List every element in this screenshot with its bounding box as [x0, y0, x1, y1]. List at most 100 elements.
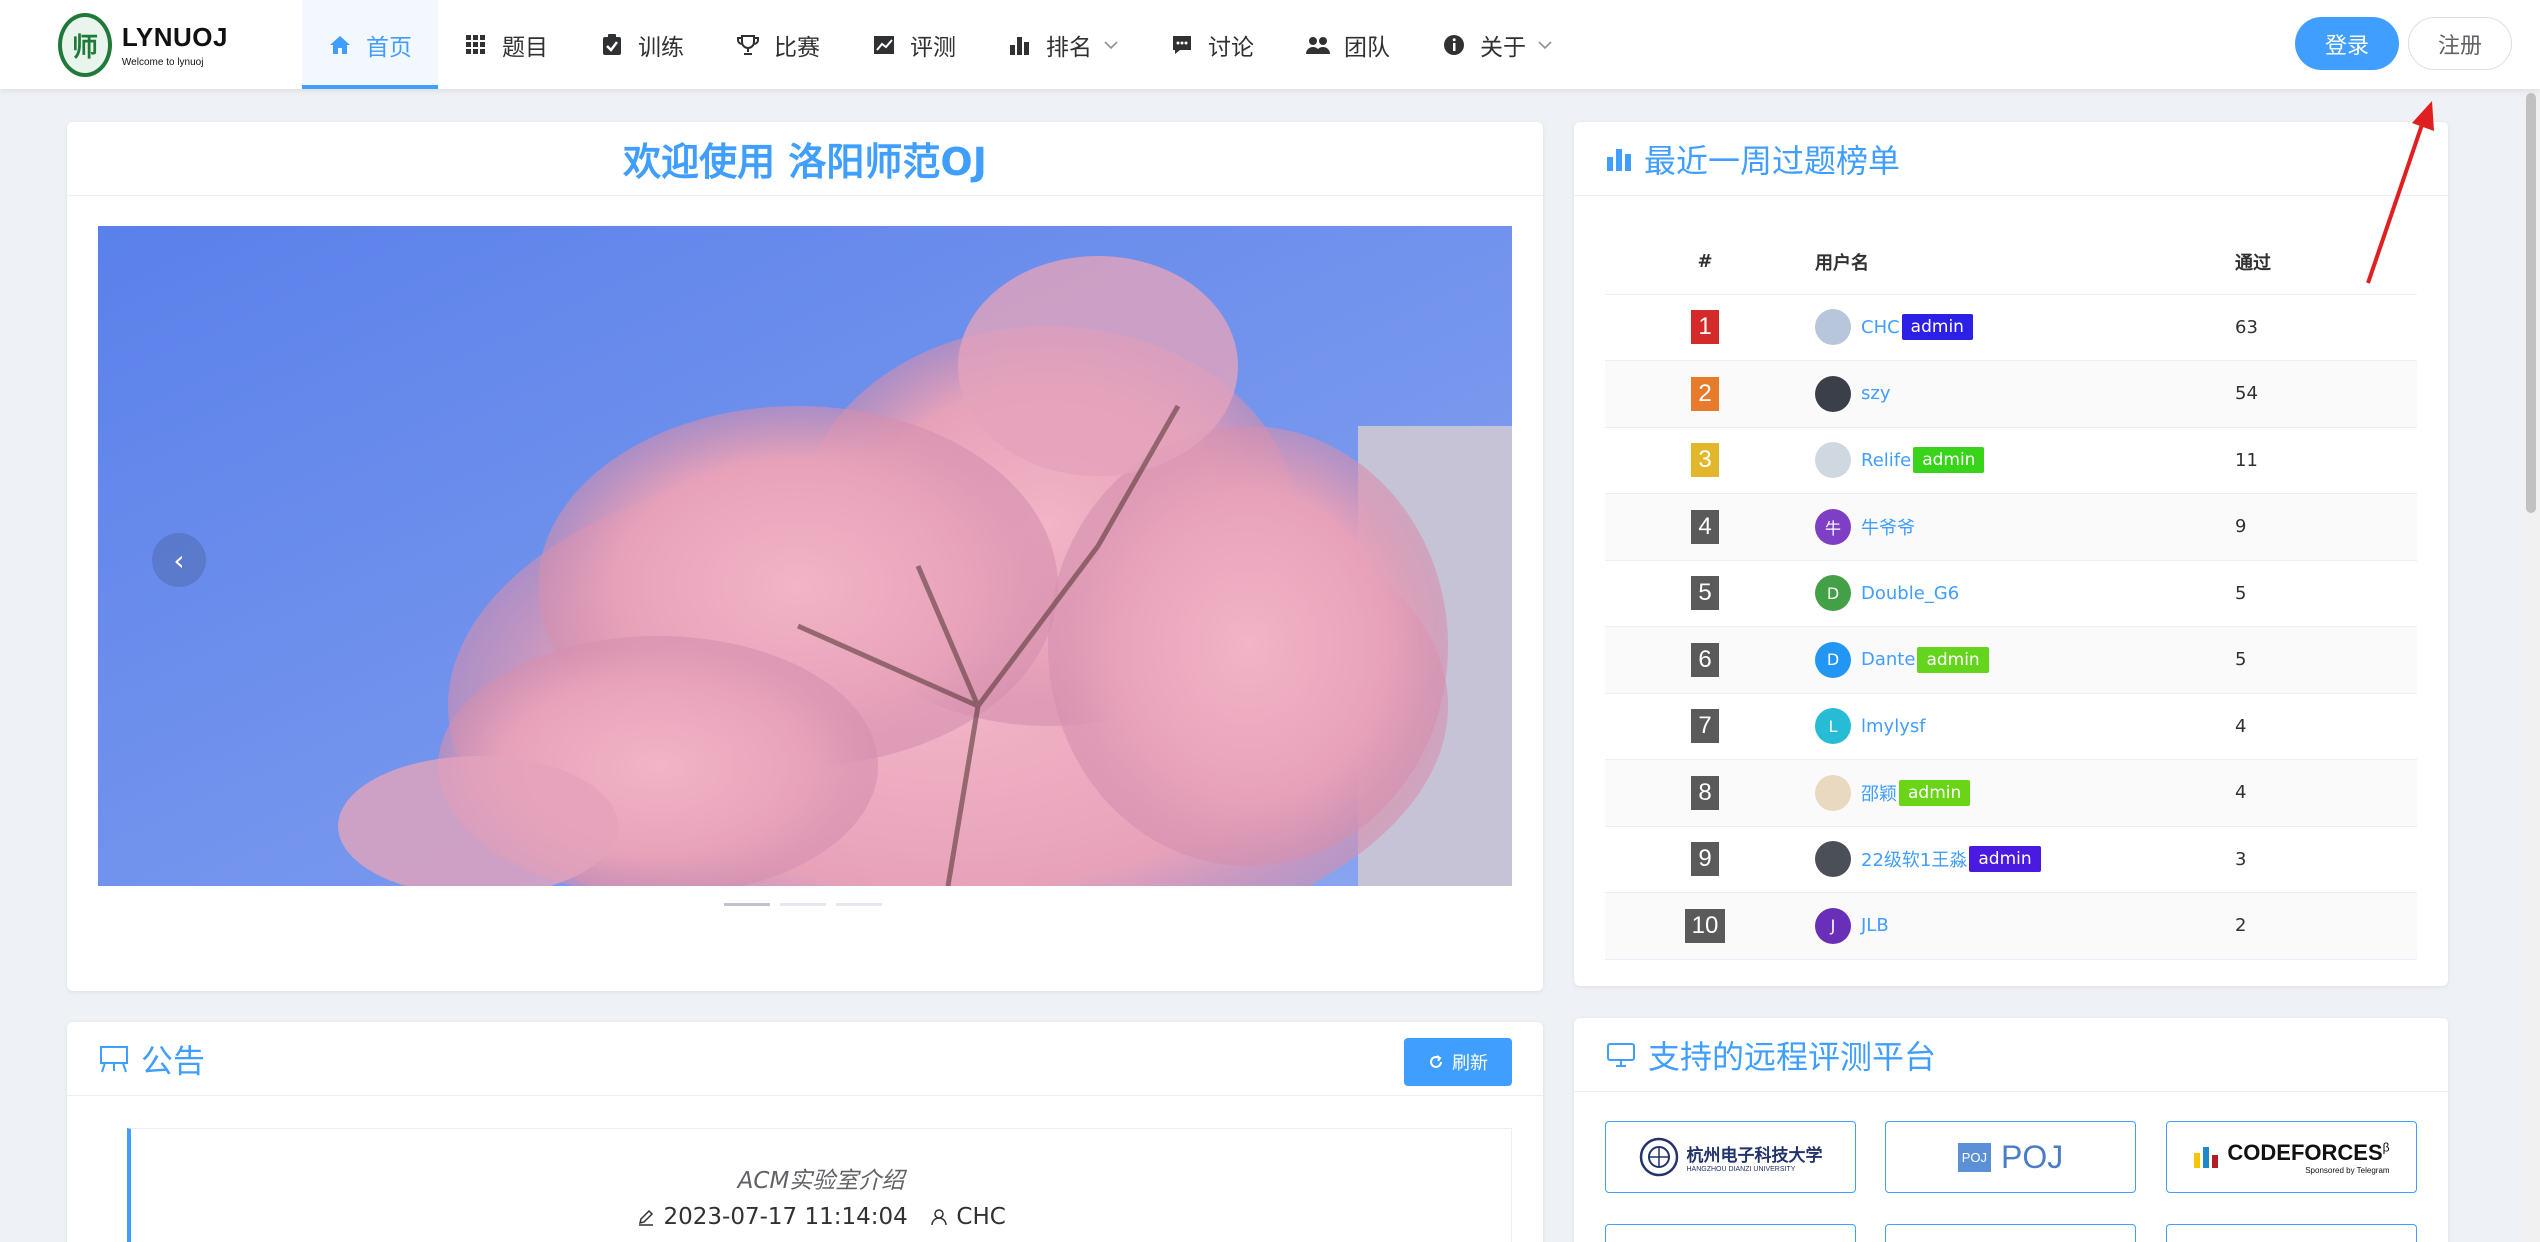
rank-table: # 用户名 通过 1 CHC admin 63 2 szy 54 3 Relife admin 11… [1605, 230, 2417, 960]
username-link[interactable]: CHC [1861, 317, 1900, 338]
rank-cell: 2 [1605, 360, 1805, 428]
accepted-count: 54 [2225, 360, 2417, 428]
announcement-item-title[interactable]: ACM实验室介绍 [131, 1161, 1511, 1195]
hdu-subname: HANGZHOU DIANZI UNIVERSITY [1686, 1166, 1796, 1173]
carousel-prev-button[interactable]: ‹ [152, 533, 206, 587]
refresh-button[interactable]: 刷新 [1404, 1038, 1512, 1086]
rank-cell: 3 [1605, 427, 1805, 494]
avatar[interactable]: D [1815, 641, 1851, 678]
avatar[interactable] [1815, 442, 1851, 479]
platform-card-next[interactable] [1605, 1224, 1856, 1242]
user-cell: D Double_G6 [1805, 560, 2225, 627]
rank-badge: 2 [1691, 376, 1719, 411]
announcement-header: 公告 [67, 1022, 1543, 1096]
nav-label: 评测 [910, 34, 956, 61]
site-logo[interactable]: 师 LYNUOJ Welcome to lynuoj [58, 12, 228, 78]
rank-cell: 7 [1605, 693, 1805, 760]
scrollbar-thumb[interactable] [2526, 93, 2536, 513]
codeforces-beta: β [2382, 1140, 2390, 1155]
rank-card-title: 最近一周过题榜单 [1644, 141, 1901, 180]
nav-item-problems[interactable]: 题目 [438, 0, 574, 89]
rank-row: 6 D Dante admin 5 [1605, 626, 2417, 694]
rank-row: 1 CHC admin 63 [1605, 294, 2417, 361]
user-cell: D Dante admin [1805, 626, 2225, 694]
refresh-label: 刷新 [1452, 1053, 1488, 1074]
avatar[interactable] [1815, 841, 1851, 878]
nav-label: 训练 [638, 34, 684, 61]
username-link[interactable]: Relife [1861, 450, 1911, 471]
user-cell: 邵颖 admin [1805, 759, 2225, 827]
username-link[interactable]: szy [1861, 383, 1890, 404]
grid-icon [464, 33, 488, 57]
carousel-indicator[interactable] [780, 903, 826, 906]
avatar[interactable] [1815, 774, 1851, 811]
username-link[interactable]: 22级软1王淼 [1861, 846, 1967, 872]
platform-card-next[interactable] [1885, 1224, 2136, 1242]
accepted-count: 11 [2225, 427, 2417, 494]
nav-label: 排名 [1046, 34, 1092, 61]
clipboard-check-icon [600, 33, 624, 57]
avatar[interactable] [1815, 375, 1851, 412]
remote-judge-header: 支持的远程评测平台 [1574, 1018, 2448, 1092]
avatar[interactable]: L [1815, 708, 1851, 745]
register-button[interactable]: 注册 [2408, 17, 2512, 70]
rank-badge: 4 [1691, 509, 1719, 544]
nav-label: 团队 [1344, 34, 1390, 61]
username-link[interactable]: Double_G6 [1861, 583, 1959, 604]
logo-subtitle: Welcome to lynuoj [121, 57, 204, 68]
carousel-indicator[interactable] [836, 903, 882, 906]
carousel-indicator[interactable] [724, 903, 770, 906]
rank-row: 3 Relife admin 11 [1605, 427, 2417, 494]
user-cell: 22级软1王淼 admin [1805, 826, 2225, 893]
rank-cell: 1 [1605, 294, 1805, 361]
users-icon [1306, 33, 1330, 57]
cherry-blossom-image [98, 226, 1512, 886]
logo-title: LYNUOJ [121, 22, 228, 52]
avatar[interactable] [1815, 309, 1851, 346]
announcement-date: 2023-07-17 11:14:04 [663, 1204, 908, 1230]
monitor-icon [1607, 1042, 1635, 1067]
main-nav: 首页 题目 训练 比赛 评测 排名 讨论 团队 关于 [302, 0, 1578, 89]
poj-badge-icon: POJ [1957, 1142, 1992, 1172]
rank-cell: 5 [1605, 560, 1805, 627]
platform-card-next[interactable] [2166, 1224, 2417, 1242]
rank-row: 4 牛牛爷爷 9 [1605, 493, 2417, 561]
nav-item-status[interactable]: 评测 [846, 0, 982, 89]
chevron-down-icon [1538, 35, 1552, 54]
platform-hdu[interactable]: 杭州电子科技大学 HANGZHOU DIANZI UNIVERSITY [1605, 1121, 1856, 1193]
nav-item-home[interactable]: 首页 [302, 0, 438, 89]
column-header-rank: # [1605, 230, 1805, 295]
nav-item-ranking[interactable]: 排名 [982, 0, 1144, 89]
avatar[interactable]: D [1815, 575, 1851, 612]
codeforces-logo-icon [2194, 1147, 2219, 1168]
rank-cell: 9 [1605, 826, 1805, 893]
login-button[interactable]: 登录 [2295, 17, 2399, 70]
avatar[interactable]: 牛 [1815, 508, 1851, 545]
username-link[interactable]: 邵颖 [1861, 780, 1897, 806]
nav-item-about[interactable]: 关于 [1416, 0, 1578, 89]
nav-item-discussion[interactable]: 讨论 [1144, 0, 1280, 89]
comment-icon [1170, 33, 1194, 57]
announcement-item[interactable]: ACM实验室介绍 2023-07-17 11:14:04 CHC [127, 1128, 1512, 1242]
nav-item-team[interactable]: 团队 [1280, 0, 1416, 89]
username-link[interactable]: 牛爷爷 [1861, 514, 1915, 540]
chevron-left-icon: ‹ [173, 543, 185, 577]
top-navbar: 师 LYNUOJ Welcome to lynuoj 首页 题目 训练 比赛 评… [0, 0, 2540, 89]
accepted-count: 63 [2225, 294, 2417, 361]
username-link[interactable]: Dante [1861, 649, 1915, 670]
avatar[interactable]: J [1815, 907, 1851, 944]
platform-poj[interactable]: POJ POJ [1885, 1121, 2136, 1193]
page-scrollbar[interactable] [2522, 89, 2540, 1242]
admin-tag: admin [1899, 779, 1971, 806]
column-header-username: 用户名 [1805, 230, 2225, 295]
carousel-indicators [724, 903, 882, 906]
rank-table-body: 1 CHC admin 63 2 szy 54 3 Relife admin 11 4 牛牛爷爷 9 5 D D… [1605, 294, 2417, 960]
platform-codeforces[interactable]: CODEFORCESβ Sponsored by Telegram [2166, 1121, 2417, 1193]
remote-judge-title: 支持的远程评测平台 [1648, 1037, 1937, 1076]
username-link[interactable]: JLB [1861, 915, 1889, 936]
username-link[interactable]: lmylysf [1861, 716, 1926, 737]
banner-carousel[interactable]: ‹ [98, 226, 1512, 886]
bar-chart-icon [1008, 33, 1032, 57]
nav-item-training[interactable]: 训练 [574, 0, 710, 89]
nav-item-contest[interactable]: 比赛 [710, 0, 846, 89]
